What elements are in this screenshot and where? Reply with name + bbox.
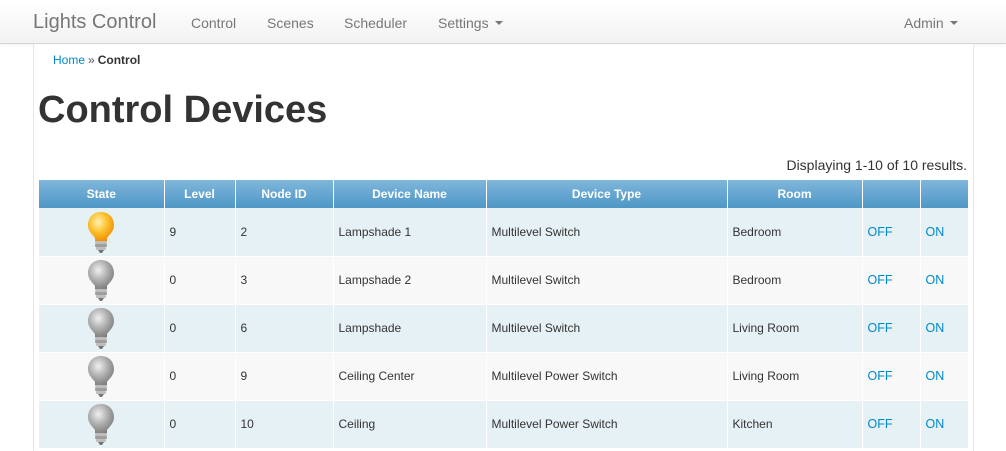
devices-table: State Level Node ID Device Name Device T…	[39, 180, 969, 449]
device-type-cell: Multilevel Switch	[486, 304, 728, 353]
state-cell	[39, 400, 165, 449]
on-link[interactable]: ON	[926, 321, 945, 335]
node-id-cell: 9	[235, 352, 334, 401]
device-name-cell: Lampshade 2	[333, 256, 487, 305]
state-cell	[39, 256, 165, 305]
level-cell: 0	[164, 352, 236, 401]
column-header-device-name[interactable]: Device Name	[333, 180, 487, 208]
level-cell: 0	[164, 304, 236, 353]
on-cell: ON	[920, 352, 969, 401]
room-cell: Living Room	[727, 352, 863, 401]
lightbulb-off-icon	[88, 404, 115, 445]
off-link[interactable]: OFF	[868, 225, 893, 239]
lightbulb-on-icon	[88, 211, 115, 253]
lightbulb-off-icon	[88, 260, 115, 301]
on-cell: ON	[920, 400, 969, 449]
device-type-cell: Multilevel Power Switch	[486, 400, 728, 449]
results-summary: Displaying 1-10 of 10 results.	[786, 157, 967, 173]
off-cell: OFF	[862, 352, 921, 401]
on-cell: ON	[920, 256, 969, 305]
table-row: 9 2 Lampshade 1 Multilevel Switch Bedroo…	[39, 208, 969, 257]
node-id-cell: 10	[235, 400, 334, 449]
breadcrumb: Home» Control	[53, 53, 140, 67]
table-row: 0 3 Lampshade 2 Multilevel Switch Bedroo…	[39, 256, 969, 305]
level-cell: 0	[164, 400, 236, 449]
state-cell	[39, 352, 165, 401]
nav-settings-label: Settings	[438, 15, 489, 31]
off-cell: OFF	[862, 304, 921, 353]
column-header-on	[920, 180, 968, 208]
device-name-cell: Lampshade	[333, 304, 487, 353]
level-cell: 9	[164, 208, 236, 257]
off-cell: OFF	[862, 256, 921, 305]
device-type-cell: Multilevel Power Switch	[486, 352, 728, 401]
column-header-level[interactable]: Level	[164, 180, 236, 208]
node-id-cell: 3	[235, 256, 334, 305]
on-link[interactable]: ON	[926, 225, 945, 239]
state-cell	[39, 304, 165, 353]
caret-down-icon	[949, 21, 958, 26]
off-link[interactable]: OFF	[868, 417, 893, 431]
column-header-device-type[interactable]: Device Type	[486, 180, 728, 208]
nav-scheduler[interactable]: Scheduler	[344, 15, 407, 31]
column-header-node-id[interactable]: Node ID	[235, 180, 334, 208]
table-row: 0 6 Lampshade Multilevel Switch Living R…	[39, 304, 969, 353]
column-header-off	[862, 180, 921, 208]
user-menu-dropdown[interactable]: Admin	[904, 15, 958, 31]
column-header-state[interactable]: State	[39, 180, 165, 208]
off-cell: OFF	[862, 208, 921, 257]
brand-title[interactable]: Lights Control	[33, 11, 156, 33]
breadcrumb-home-link[interactable]: Home	[53, 53, 85, 67]
state-cell	[39, 208, 165, 257]
on-cell: ON	[920, 304, 969, 353]
off-cell: OFF	[862, 400, 921, 449]
on-link[interactable]: ON	[926, 273, 945, 287]
breadcrumb-current: Control	[97, 53, 141, 67]
device-name-cell: Ceiling Center	[333, 352, 487, 401]
off-link[interactable]: OFF	[868, 321, 893, 335]
room-cell: Living Room	[727, 304, 863, 353]
nav-control[interactable]: Control	[191, 15, 236, 31]
breadcrumb-separator: »	[88, 53, 95, 67]
table-row: 0 10 Ceiling Multilevel Power Switch Kit…	[39, 400, 969, 449]
device-type-cell: Multilevel Switch	[486, 208, 728, 257]
device-name-cell: Ceiling	[333, 400, 487, 449]
on-link[interactable]: ON	[926, 369, 945, 383]
table-row: 0 9 Ceiling Center Multilevel Power Swit…	[39, 352, 969, 401]
lightbulb-off-icon	[88, 308, 115, 349]
node-id-cell: 6	[235, 304, 334, 353]
page-title: Control Devices	[38, 89, 328, 131]
on-link[interactable]: ON	[926, 417, 945, 431]
lightbulb-off-icon	[88, 356, 115, 397]
off-link[interactable]: OFF	[868, 369, 893, 383]
table-header-row: State Level Node ID Device Name Device T…	[39, 180, 968, 208]
user-menu-label: Admin	[904, 15, 944, 31]
caret-down-icon	[494, 21, 503, 26]
column-header-room[interactable]: Room	[727, 180, 863, 208]
level-cell: 0	[164, 256, 236, 305]
nav-scenes[interactable]: Scenes	[267, 15, 314, 31]
on-cell: ON	[920, 208, 969, 257]
top-navbar: Lights Control Control Scenes Scheduler …	[0, 0, 1006, 44]
device-name-cell: Lampshade 1	[333, 208, 487, 257]
node-id-cell: 2	[235, 208, 334, 257]
room-cell: Bedroom	[727, 256, 863, 305]
device-type-cell: Multilevel Switch	[486, 256, 728, 305]
nav-settings-dropdown[interactable]: Settings	[438, 15, 503, 31]
room-cell: Kitchen	[727, 400, 863, 449]
room-cell: Bedroom	[727, 208, 863, 257]
off-link[interactable]: OFF	[868, 273, 893, 287]
